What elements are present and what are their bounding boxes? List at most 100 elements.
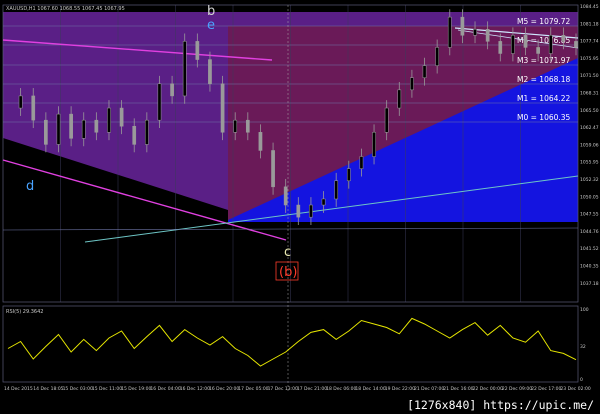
time-tick: 17 Dec 13:00 [268, 386, 298, 392]
candle-body [548, 35, 553, 54]
wave-label-b-paren: (b) [279, 265, 297, 280]
rsi-tick-0: 0 [580, 377, 583, 383]
candle-body [170, 83, 174, 97]
time-tick: 18 Dec 14:00 [355, 386, 385, 392]
time-tick: 14 Dec 2015 [4, 386, 33, 392]
time-tick: 15 Dec 11:00 [92, 386, 122, 392]
candle-body [245, 119, 250, 133]
candle-body [523, 35, 528, 48]
rsi-label: RSI(5) 29.3642 [6, 309, 43, 315]
time-tick: 15 Dec 03:00 [63, 386, 93, 392]
price-tick: 1040.35 [580, 264, 599, 270]
candle-body [119, 107, 124, 127]
candle-body [384, 107, 389, 133]
time-tick: 22 Dec 00:00 [473, 386, 503, 392]
time-tick: 23 Dec 02:00 [560, 386, 590, 392]
level-label: M5 = 1079.72 [517, 17, 571, 26]
candle-body [346, 168, 351, 182]
candle-body [233, 119, 238, 133]
level-label: M1 = 1064.22 [517, 94, 571, 103]
time-tick: 16 Dec 04:00 [150, 386, 180, 392]
candle-body [447, 16, 452, 48]
candle-body [397, 89, 402, 109]
candle-body [422, 65, 427, 78]
wave-label-e: e [207, 18, 215, 33]
price-tick: 1077.74 [580, 39, 599, 45]
rsi-line [7, 317, 577, 367]
rsi-tick-32: 32 [580, 344, 586, 350]
price-tick: 1052.32 [580, 177, 599, 183]
candle-body [44, 119, 48, 145]
price-tick: 1075.95 [580, 56, 599, 62]
candle-body [271, 150, 275, 188]
candle-body [94, 119, 99, 133]
candle-body [182, 41, 187, 97]
price-tick: 1037.18 [580, 281, 599, 287]
price-tick: 1062.47 [580, 125, 599, 131]
price-chart: M5 = 1079.72M4 = 1076.85M3 = 1071.97M2 =… [2, 4, 599, 392]
price-axis: 1084.45 1081.18 1077.74 1075.95 1071.50 1068.… [580, 4, 599, 287]
price-tick: 1055.95 [580, 160, 599, 166]
price-tick: 1044.76 [580, 229, 599, 235]
candle-body [258, 132, 263, 151]
time-tick: 17 Dec 21:00 [297, 386, 327, 392]
candle-body [372, 132, 376, 157]
wave-label-d: d [26, 179, 34, 194]
candle-body [132, 125, 137, 145]
candle-body [81, 119, 86, 139]
symbol-info: XAUUSD,H1 1067.60 1068.55 1067.45 1067.9… [6, 6, 125, 12]
price-tick: 1059.06 [580, 142, 599, 148]
rsi-tick-100: 100 [580, 307, 589, 313]
time-tick: 14 Dec 18:05 [33, 386, 63, 392]
time-tick: 17 Dec 05:00 [238, 386, 268, 392]
candle-body [321, 198, 326, 206]
candle-body [69, 113, 73, 139]
candle-body [220, 83, 225, 133]
candle-body [561, 35, 566, 42]
time-tick: 18 Dec 06:00 [326, 386, 356, 392]
candle-body [296, 204, 301, 218]
candle-body [107, 107, 111, 133]
level-label: M3 = 1071.97 [517, 56, 571, 65]
price-tick: 1068.31 [580, 91, 599, 97]
candle-body [31, 95, 36, 121]
candle-body [498, 41, 503, 54]
level-label: M0 = 1060.35 [517, 113, 571, 122]
time-tick: 21 Dec 07:00 [414, 386, 444, 392]
price-tick: 1065.50 [580, 108, 599, 114]
candle-body [195, 41, 200, 60]
price-tick: 1081.18 [580, 21, 599, 27]
candle-body [144, 119, 149, 145]
price-tick: 1047.55 [580, 212, 599, 218]
candle-body [435, 47, 440, 66]
time-tick: 21 Dec 16:00 [443, 386, 473, 392]
level-label: M2 = 1068.18 [517, 75, 571, 84]
watermark: [1276x840] https://upic.me/ [405, 398, 596, 412]
price-tick: 1084.45 [580, 4, 599, 10]
chart-root: M5 = 1079.72 M4 = 1076.85 M3 = 1071.97 M2 =… [0, 0, 600, 414]
time-tick: 15 Dec 19:00 [121, 386, 151, 392]
candle-body [460, 16, 465, 36]
time-tick: 16 Dec 12:00 [180, 386, 210, 392]
candle-body [283, 186, 288, 206]
price-tick: 1041.52 [580, 246, 599, 252]
candle-body [574, 41, 578, 48]
candle-body [359, 156, 364, 169]
candle-body [56, 113, 61, 145]
time-tick: 19 Dec 22:00 [385, 386, 415, 392]
time-axis: 14 Dec 2015 14 Dec 18:05 15 Dec 03:00 15 De… [4, 386, 591, 392]
candle-body [157, 83, 162, 121]
wave-label-c: c [284, 245, 291, 260]
time-tick: 16 Dec 20:00 [209, 386, 239, 392]
price-tick: 1050.05 [580, 194, 599, 200]
time-tick: 22 Dec 17:00 [531, 386, 561, 392]
wave-label-b: b [207, 4, 215, 19]
candle-body [536, 47, 540, 54]
candle-body [511, 35, 515, 54]
candle-body [18, 95, 23, 109]
price-tick: 1071.50 [580, 73, 599, 79]
candle-body [410, 77, 414, 91]
time-tick: 22 Dec 09:00 [502, 386, 532, 392]
candle-body [334, 180, 339, 200]
candle-body [309, 204, 313, 218]
